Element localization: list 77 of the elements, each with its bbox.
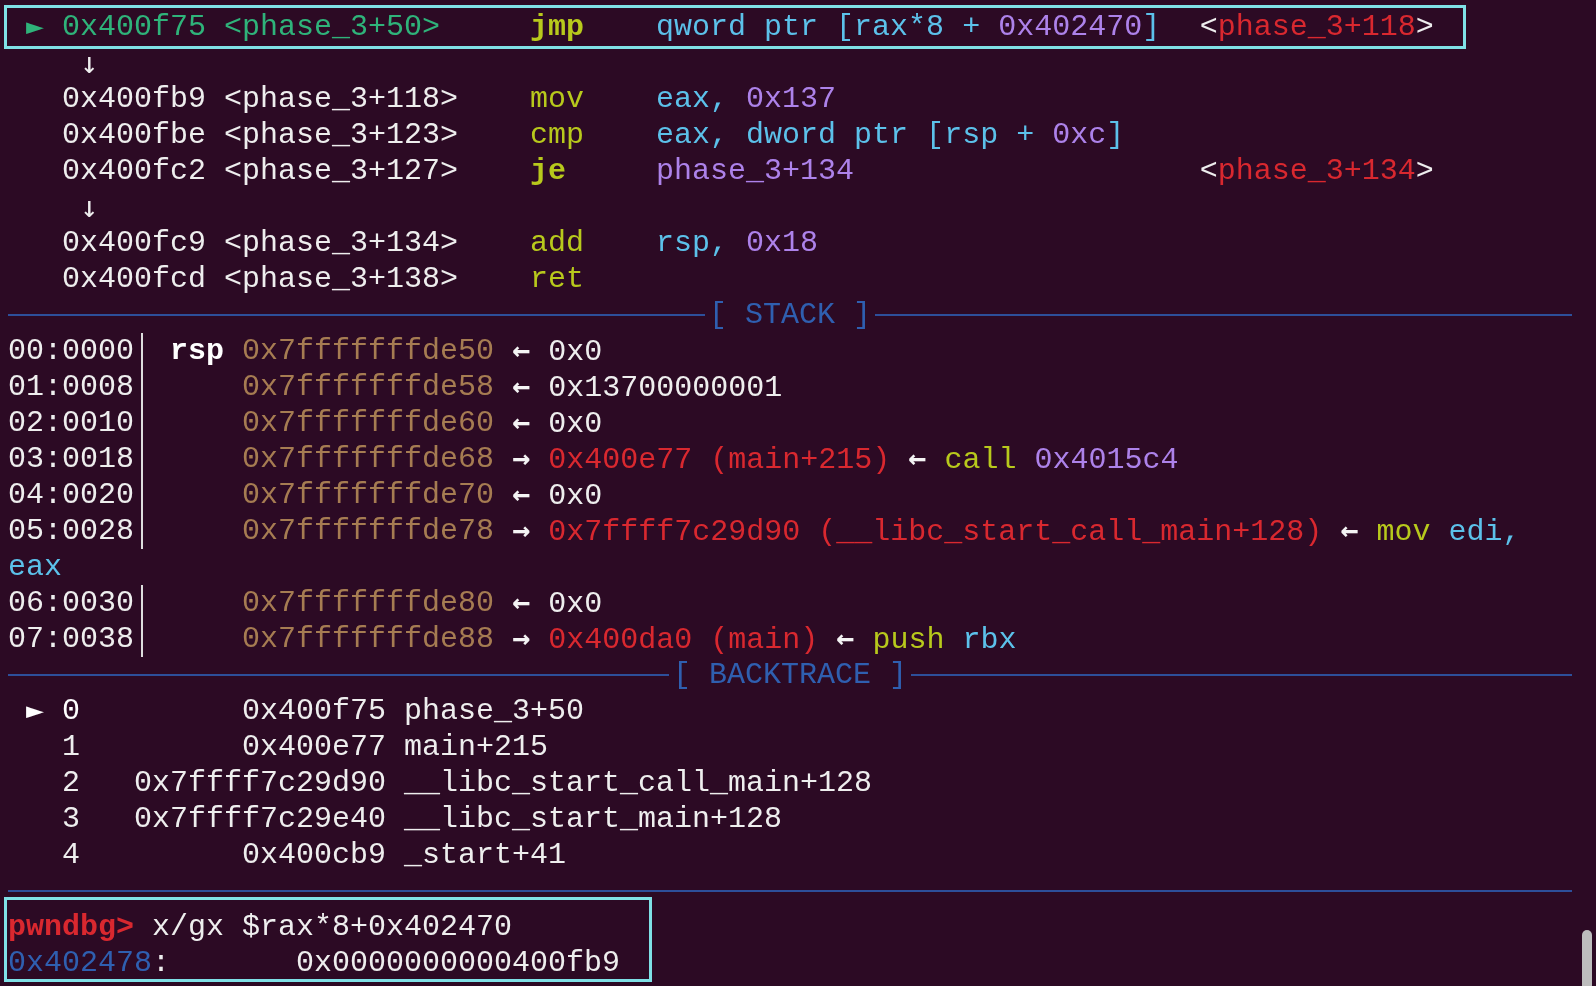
instruction-mnemonic: mov bbox=[530, 81, 586, 117]
instruction-address: 0x400fcd bbox=[62, 261, 208, 297]
section-header: [ STACK ] bbox=[708, 297, 872, 333]
instruction-address: 0x400fc2 bbox=[62, 153, 208, 189]
stack-address: 0x7fffffffde68 bbox=[242, 441, 495, 477]
stack-offset: 01:0008 bbox=[8, 369, 143, 405]
prompt-label: pwndbg> bbox=[8, 909, 135, 945]
instruction-operands: eax, 0x137 bbox=[656, 81, 838, 117]
frame-address: 0x400f75 bbox=[242, 694, 387, 728]
instruction-operands: eax, dword ptr [rsp + 0xc] bbox=[656, 117, 1126, 153]
instruction-mnemonic: cmp bbox=[530, 117, 586, 153]
stack-address: 0x7fffffffde78 bbox=[242, 513, 495, 549]
stack-address: 0x7fffffffde60 bbox=[242, 405, 495, 441]
instruction-address: 0x400f75 bbox=[62, 9, 208, 45]
stack-value-chain: → 0x400da0 (main) ← push rbx bbox=[511, 620, 1017, 658]
stack-offset: 04:0020 bbox=[8, 477, 143, 513]
stack-offset: 03:0018 bbox=[8, 441, 143, 477]
memory-address: 0x402478: bbox=[8, 945, 172, 981]
branch-target: <phase_3+118> bbox=[1199, 9, 1434, 45]
instruction-address: 0x400fbe bbox=[62, 117, 208, 153]
instruction-mnemonic: je bbox=[530, 153, 568, 189]
frame-index: 0 bbox=[62, 693, 80, 729]
instruction-symbol: <phase_3+50> bbox=[224, 9, 442, 45]
stack-value-chain: ← 0x0 bbox=[511, 476, 603, 514]
flow-arrow: ↓ bbox=[80, 189, 99, 225]
stack-value-chain: → 0x7ffff7c29d90 (__libc_start_call_main+128) ← mov edi, bbox=[511, 512, 1521, 550]
scrollbar-thumb bbox=[1582, 930, 1592, 986]
instruction-address: 0x400fb9 bbox=[62, 81, 208, 117]
branch-target: <phase_3+134> bbox=[1199, 153, 1434, 189]
frame-address: 0x400e77 bbox=[242, 730, 387, 764]
instruction-operands: phase_3+134 bbox=[656, 153, 856, 189]
frame-symbol: __libc_start_call_main+128 bbox=[404, 765, 873, 801]
frame-symbol: _start+41 bbox=[404, 837, 567, 873]
frame-symbol: __libc_start_main+128 bbox=[404, 801, 783, 837]
stack-address: 0x7fffffffde80 bbox=[242, 585, 495, 621]
frame-address: 0x7ffff7c29e40 bbox=[134, 802, 387, 836]
frame-symbol: main+215 bbox=[404, 729, 549, 765]
instruction-mnemonic: jmp bbox=[530, 9, 586, 45]
stack-offset: 00:0000 bbox=[8, 333, 143, 369]
frame-symbol: phase_3+50 bbox=[404, 693, 585, 729]
section-header: [ BACKTRACE ] bbox=[672, 657, 909, 693]
stack-address: 0x7fffffffde88 bbox=[242, 621, 495, 657]
instruction-operands: qword ptr [rax*8 + 0x402470] bbox=[656, 9, 1162, 45]
frame-index: 1 bbox=[62, 729, 80, 765]
instruction-symbol: <phase_3+127> bbox=[224, 153, 460, 189]
stack-value-chain: ← 0x0 bbox=[511, 332, 603, 370]
instruction-mnemonic: ret bbox=[530, 261, 586, 297]
instruction-symbol: <phase_3+118> bbox=[224, 81, 460, 117]
stack-register-label: rsp bbox=[170, 334, 225, 368]
frame-index: 4 bbox=[62, 837, 80, 873]
memory-value: 0x0000000000400fb9 bbox=[296, 945, 621, 981]
stack-address: 0x7fffffffde50 bbox=[242, 333, 495, 369]
flow-arrow: ↓ bbox=[80, 45, 99, 81]
stack-offset: 02:0010 bbox=[8, 405, 143, 441]
instruction-symbol: <phase_3+138> bbox=[224, 261, 460, 297]
current-instruction-marker: ► bbox=[26, 8, 45, 43]
frame-index: 3 bbox=[62, 801, 80, 837]
instruction-symbol: <phase_3+123> bbox=[224, 117, 460, 153]
instruction-operands: rsp, 0x18 bbox=[656, 225, 820, 261]
instruction-symbol: <phase_3+134> bbox=[224, 225, 460, 261]
stack-value-chain: ← 0x0 bbox=[511, 584, 603, 622]
stack-address: 0x7fffffffde70 bbox=[242, 477, 495, 513]
selected-frame-marker: ► bbox=[26, 692, 45, 727]
stack-offset: 05:0028 bbox=[8, 513, 143, 549]
wrapped-text: eax bbox=[8, 549, 62, 585]
command-text: x/gx $rax*8+0x402470 bbox=[152, 909, 513, 945]
stack-address: 0x7fffffffde58 bbox=[242, 369, 495, 405]
stack-value-chain: ← 0x0 bbox=[511, 404, 603, 442]
instruction-address: 0x400fc9 bbox=[62, 225, 208, 261]
stack-value-chain: → 0x400e77 (main+215) ← call 0x4015c4 bbox=[511, 440, 1179, 478]
instruction-mnemonic: add bbox=[530, 225, 586, 261]
frame-index: 2 bbox=[62, 765, 80, 801]
stack-offset: 07:0038 bbox=[8, 621, 143, 657]
frame-address: 0x400cb9 bbox=[242, 838, 387, 872]
stack-value-chain: ← 0x13700000001 bbox=[511, 368, 783, 406]
stack-offset: 06:0030 bbox=[8, 585, 143, 621]
frame-address: 0x7ffff7c29d90 bbox=[134, 766, 387, 800]
